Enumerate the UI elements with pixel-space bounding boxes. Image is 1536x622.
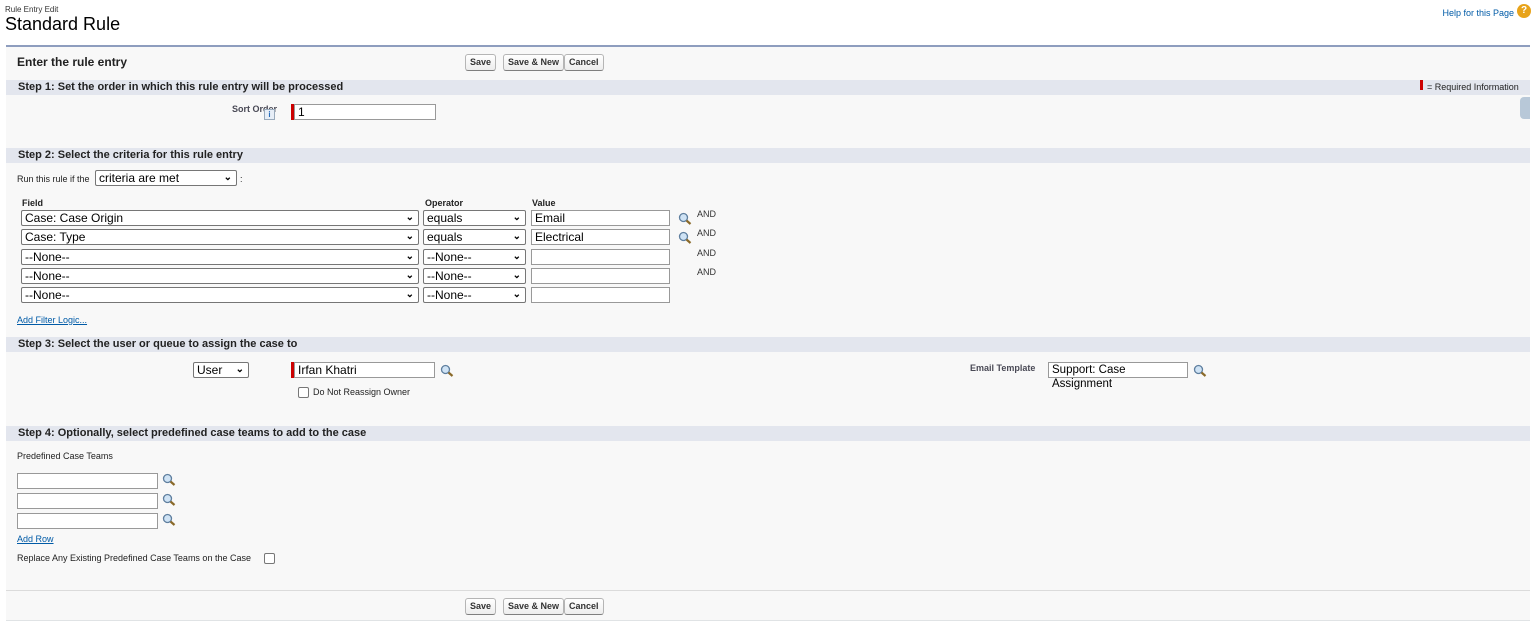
save-button[interactable]: Save — [465, 54, 497, 71]
criteria-field-select[interactable]: --None-- ⌄ — [21, 287, 419, 303]
step1-header: Step 1: Set the order in which this rule… — [6, 80, 1530, 95]
criteria-value-input[interactable] — [531, 287, 670, 303]
lookup-icon[interactable] — [1193, 364, 1207, 377]
step4-header: Step 4: Optionally, select predefined ca… — [6, 426, 1530, 441]
lookup-icon[interactable] — [678, 212, 692, 225]
run-rule-label: Run this rule if the — [17, 174, 90, 184]
case-team-input[interactable] — [17, 473, 158, 489]
save-new-button[interactable]: Save & New — [503, 54, 565, 71]
chevron-down-icon: ⌄ — [512, 251, 521, 262]
and-label: AND — [697, 228, 717, 238]
criteria-field-value: --None-- — [25, 250, 70, 264]
assignee-input[interactable]: Irfan Khatri — [294, 362, 435, 378]
footer-save-new-button[interactable]: Save & New — [503, 598, 565, 615]
chevron-down-icon: ⌄ — [405, 212, 414, 223]
lookup-icon[interactable] — [162, 493, 176, 506]
criteria-value-input[interactable]: Email — [531, 210, 670, 226]
replace-teams-checkbox[interactable] — [264, 553, 275, 564]
col-operator: Operator — [425, 198, 464, 208]
run-rule-suffix: : — [240, 174, 243, 184]
step3-header: Step 3: Select the user or queue to assi… — [6, 337, 1530, 352]
criteria-field-select[interactable]: --None-- ⌄ — [21, 249, 419, 265]
criteria-value-input[interactable] — [531, 249, 670, 265]
chevron-down-icon: ⌄ — [512, 212, 521, 223]
criteria-field-value: Case: Type — [25, 230, 86, 244]
page-title: Standard Rule — [5, 14, 121, 34]
criteria-operator-value: equals — [427, 230, 463, 244]
replace-teams-label: Replace Any Existing Predefined Case Tea… — [17, 553, 251, 563]
criteria-operator-select[interactable]: --None-- ⌄ — [423, 287, 526, 303]
chevron-down-icon: ⌄ — [512, 289, 521, 300]
lookup-icon[interactable] — [440, 364, 454, 377]
criteria-operator-select[interactable]: equals ⌄ — [423, 210, 526, 226]
criteria-operator-value: --None-- — [427, 269, 472, 283]
page-subtitle: Rule Entry Edit — [5, 5, 59, 14]
do-not-reassign-label: Do Not Reassign Owner — [313, 387, 411, 397]
case-team-input[interactable] — [17, 513, 158, 529]
criteria-field-value: Case: Case Origin — [25, 211, 124, 225]
criteria-operator-value: --None-- — [427, 250, 472, 264]
required-info: = Required Information — [1427, 82, 1519, 92]
criteria-field-select[interactable]: Case: Type ⌄ — [21, 229, 419, 245]
add-row-link[interactable]: Add Row — [17, 534, 54, 544]
footer-cancel-button[interactable]: Cancel — [564, 598, 604, 615]
col-value: Value — [532, 198, 556, 208]
rule-entry-panel — [6, 45, 1530, 621]
chevron-down-icon: ⌄ — [235, 364, 244, 375]
help-link[interactable]: Help for this Page — [1442, 8, 1514, 18]
chevron-down-icon: ⌄ — [223, 172, 232, 183]
criteria-field-value: --None-- — [25, 269, 70, 283]
criteria-operator-value: --None-- — [427, 288, 472, 302]
add-filter-logic-link[interactable]: Add Filter Logic... — [17, 315, 87, 325]
and-label: AND — [697, 209, 717, 219]
help-icon[interactable]: ? — [1517, 4, 1531, 18]
case-team-input[interactable] — [17, 493, 158, 509]
sidebar-toggle-handle[interactable] — [1520, 97, 1530, 119]
criteria-field-select[interactable]: Case: Case Origin ⌄ — [21, 210, 419, 226]
teams-label: Predefined Case Teams — [17, 451, 113, 461]
chevron-down-icon: ⌄ — [512, 231, 521, 242]
footer-save-button[interactable]: Save — [465, 598, 497, 615]
assignee-type-select[interactable]: User ⌄ — [193, 362, 249, 378]
email-template-input[interactable]: Support: Case Assignment — [1048, 362, 1188, 390]
and-label: AND — [697, 267, 717, 277]
criteria-operator-select[interactable]: --None-- ⌄ — [423, 249, 526, 265]
step2-header: Step 2: Select the criteria for this rul… — [6, 148, 1530, 163]
criteria-operator-select[interactable]: equals ⌄ — [423, 229, 526, 245]
criteria-operator-value: equals — [427, 211, 463, 225]
col-field: Field — [22, 198, 44, 208]
panel-title: Enter the rule entry — [17, 55, 128, 69]
criteria-field-value: --None-- — [25, 288, 70, 302]
info-icon[interactable]: i — [264, 109, 275, 120]
lookup-icon[interactable] — [162, 473, 176, 486]
criteria-operator-select[interactable]: --None-- ⌄ — [423, 268, 526, 284]
chevron-down-icon: ⌄ — [405, 231, 414, 242]
run-rule-value: criteria are met — [99, 171, 180, 185]
chevron-down-icon: ⌄ — [405, 251, 414, 262]
run-rule-select[interactable]: criteria are met ⌄ — [95, 170, 237, 186]
criteria-value-input[interactable]: Electrical — [531, 229, 670, 245]
chevron-down-icon: ⌄ — [405, 270, 414, 281]
sort-order-input[interactable]: 1 — [294, 104, 436, 120]
do-not-reassign-checkbox[interactable] — [298, 387, 309, 398]
and-label: AND — [697, 248, 717, 258]
cancel-button[interactable]: Cancel — [564, 54, 604, 71]
criteria-value-input[interactable] — [531, 268, 670, 284]
assignee-type-value: User — [197, 363, 223, 377]
criteria-field-select[interactable]: --None-- ⌄ — [21, 268, 419, 284]
required-marker — [1420, 80, 1423, 90]
email-template-label: Email Template — [970, 363, 1036, 373]
chevron-down-icon: ⌄ — [405, 289, 414, 300]
lookup-icon[interactable] — [678, 231, 692, 244]
chevron-down-icon: ⌄ — [512, 270, 521, 281]
lookup-icon[interactable] — [162, 513, 176, 526]
footer-divider — [6, 590, 1530, 591]
